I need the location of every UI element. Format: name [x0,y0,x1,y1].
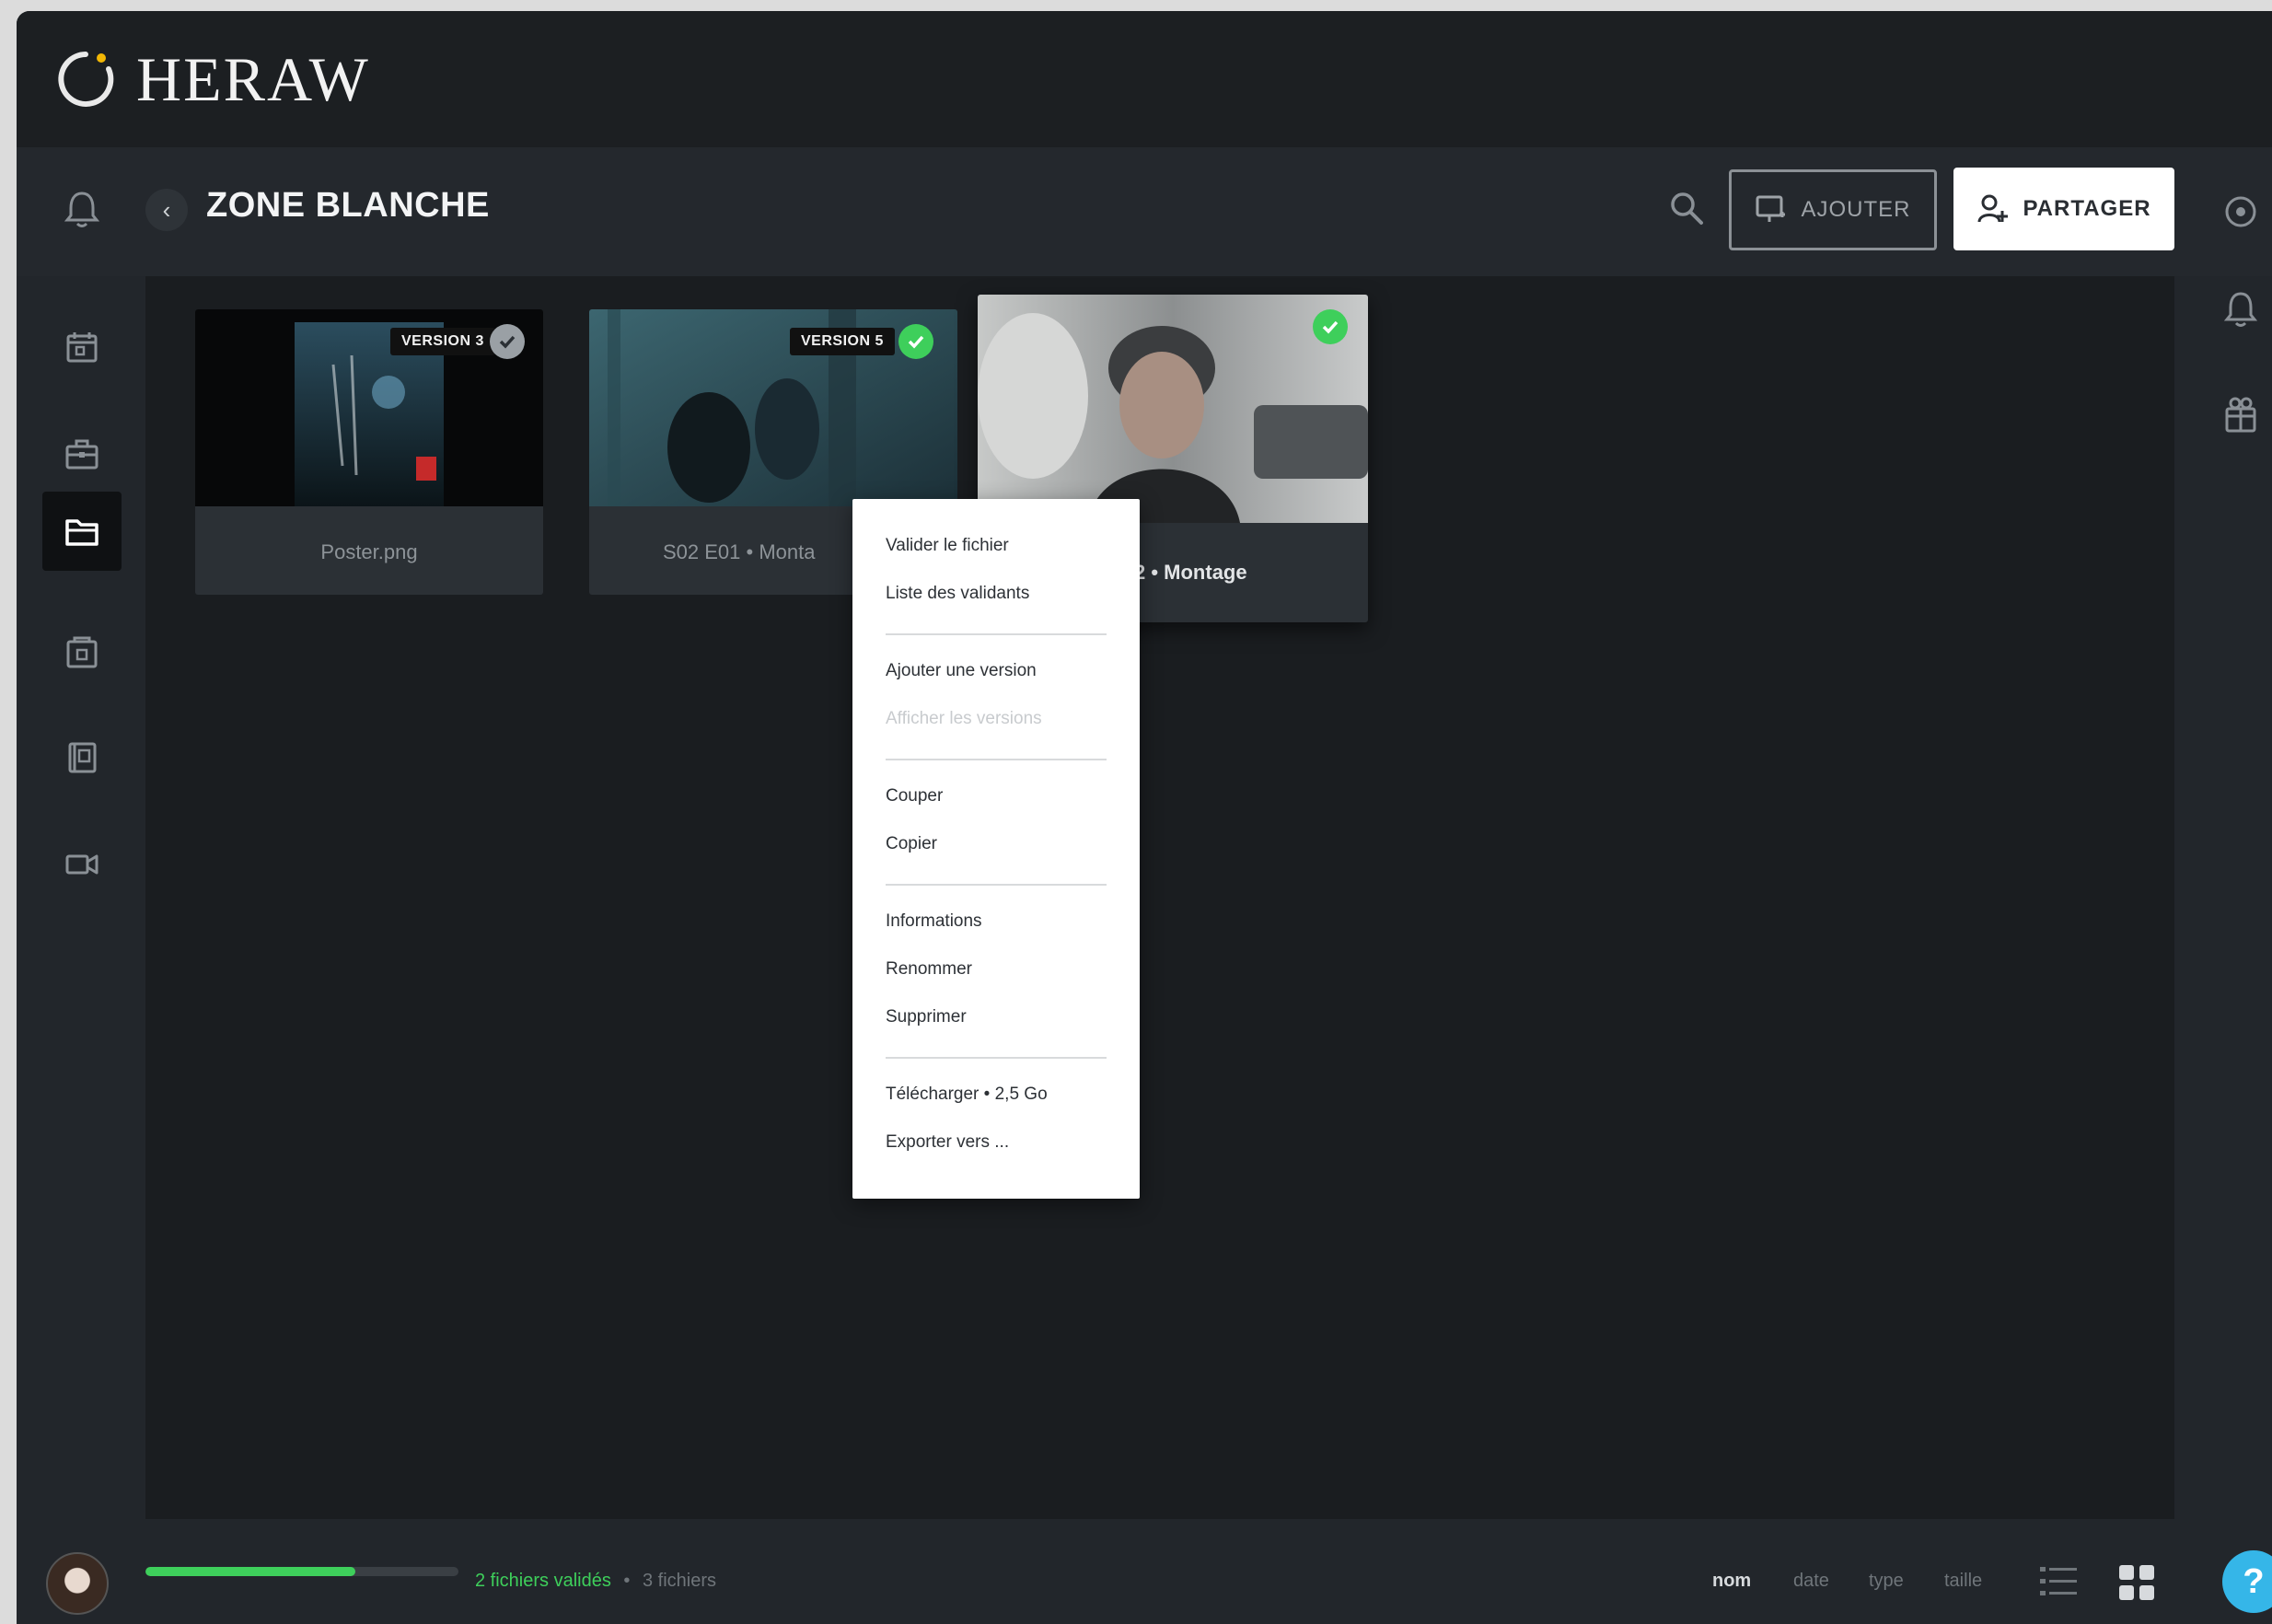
validation-status: 2 fichiers validés • 3 fichiers [475,1571,716,1592]
sidebar-item-projects[interactable] [42,414,122,493]
add-button-label: AJOUTER [1801,197,1911,222]
menu-item-export[interactable]: Exporter vers ... [886,1132,1009,1153]
menu-item-copy[interactable]: Copier [886,834,937,854]
add-user-icon [1977,194,2009,223]
sort-by-name[interactable]: nom [1712,1571,1751,1592]
menu-divider [886,759,1107,760]
left-sidebar [17,276,147,1491]
menu-item-show-versions: Afficher les versions [886,709,1042,728]
menu-item-rename[interactable]: Renommer [886,959,972,980]
help-icon: ? [2243,1561,2265,1601]
sort-by-size[interactable]: taille [1944,1571,1982,1592]
sidebar-item-video[interactable] [42,825,122,904]
menu-item-cut[interactable]: Couper [886,786,943,806]
book-icon [68,742,97,773]
validation-check-icon [490,324,525,359]
back-button[interactable]: ‹ [145,189,188,231]
brand-bar: HERAW [17,11,2272,147]
play-circle-icon[interactable] [2222,193,2259,230]
total-count: 3 fichiers [642,1571,717,1591]
sidebar-item-archive[interactable] [42,613,122,692]
grid-view-icon[interactable] [2117,1563,2156,1602]
rail-bell-icon[interactable] [2222,289,2259,330]
user-avatar[interactable] [46,1552,109,1615]
chevron-left-icon: ‹ [162,195,171,224]
app-window: HERAW ‹ ZONE BLANCHE AJOUTER PARTAGER VE… [17,11,2272,1624]
file-card[interactable]: VERSION 3 Poster.png [195,309,543,595]
video-camera-icon [65,854,99,875]
upload-screen-icon [1756,195,1786,222]
validated-count: 2 fichiers validés [475,1571,611,1591]
share-button[interactable]: PARTAGER [1953,168,2174,250]
archive-box-icon [66,636,98,668]
folder-icon [65,519,99,546]
calendar-icon [66,332,98,363]
validation-progress-bar [145,1567,458,1576]
menu-item-add-version[interactable]: Ajouter une version [886,661,1037,681]
version-badge: VERSION 3 [390,328,495,355]
sort-by-date[interactable]: date [1793,1571,1829,1592]
add-button[interactable]: AJOUTER [1729,169,1937,250]
heraw-logo-icon [58,52,114,107]
sidebar-item-calendar[interactable] [42,307,122,387]
validation-check-icon [1313,309,1348,344]
validation-progress-fill [145,1567,355,1576]
version-badge: VERSION 5 [790,328,895,355]
file-context-menu: Valider le fichier Liste des validants A… [852,499,1140,1199]
project-header: ‹ ZONE BLANCHE AJOUTER PARTAGER [17,147,2272,276]
file-name: Poster.png [320,540,418,563]
notifications-bell-icon[interactable] [63,188,101,230]
gift-icon[interactable] [2222,394,2259,435]
menu-item-validators-list[interactable]: Liste des validants [886,584,1029,604]
menu-item-download[interactable]: Télécharger • 2,5 Go [886,1085,1048,1105]
menu-divider [886,884,1107,886]
briefcase-icon [65,439,99,470]
menu-divider [886,1057,1107,1059]
menu-divider [886,633,1107,635]
menu-item-validate-file[interactable]: Valider le fichier [886,536,1009,556]
file-thumbnail [978,295,1368,523]
status-separator: • [623,1571,631,1591]
search-icon[interactable] [1668,190,1705,226]
project-title: ZONE BLANCHE [206,186,490,225]
sidebar-item-files[interactable] [42,492,122,571]
sort-by-type[interactable]: type [1869,1571,1904,1592]
menu-item-information[interactable]: Informations [886,911,982,932]
validation-check-icon [898,324,933,359]
menu-item-delete[interactable]: Supprimer [886,1007,967,1027]
share-button-label: PARTAGER [2023,196,2151,221]
sidebar-item-library[interactable] [42,718,122,797]
list-view-icon[interactable] [2038,1563,2079,1600]
brand-name: HERAW [136,43,370,114]
